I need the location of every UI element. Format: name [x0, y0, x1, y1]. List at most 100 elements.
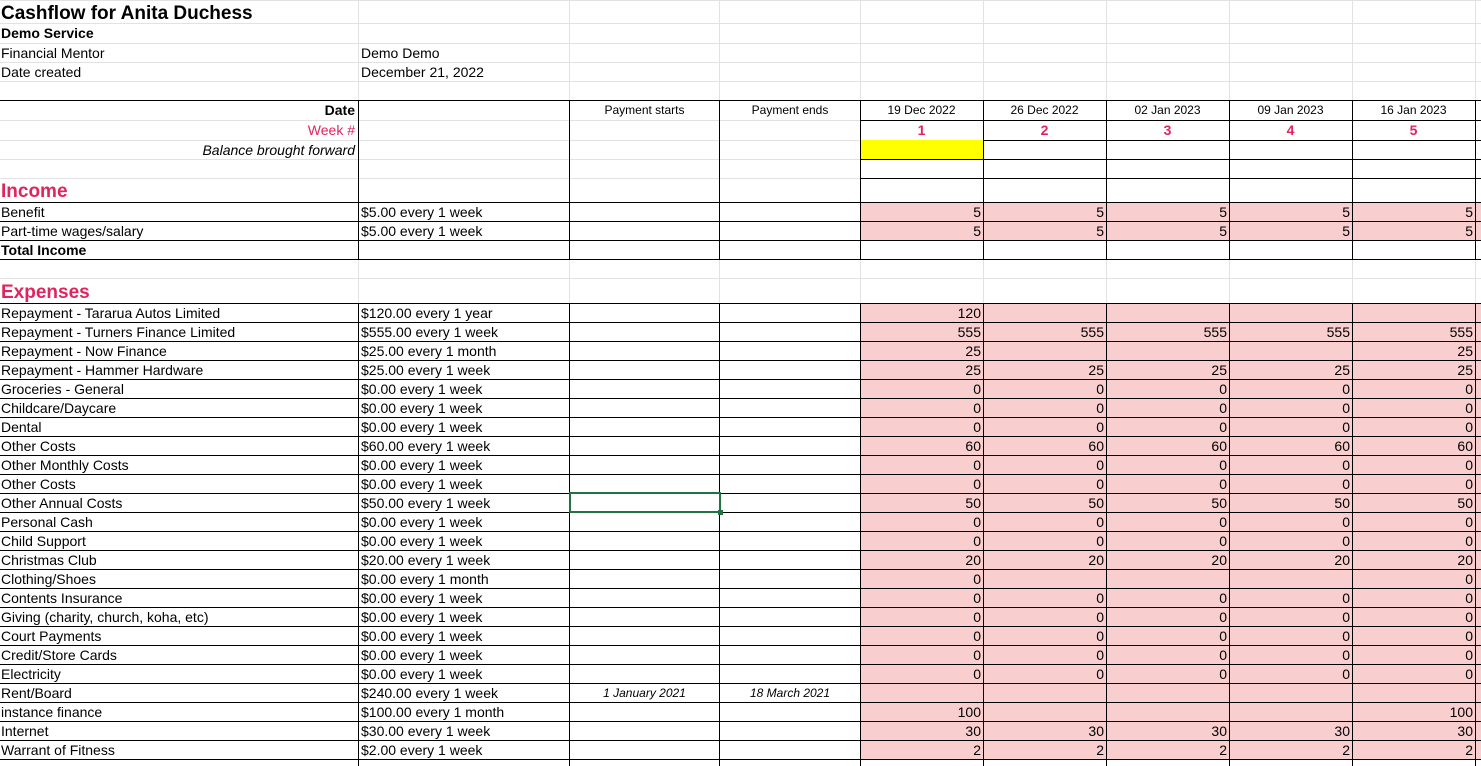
value-cell[interactable]: 0	[983, 628, 1104, 645]
value-cell[interactable]: 0	[983, 514, 1104, 531]
value-cell[interactable]: 100	[1352, 704, 1473, 721]
value-cell[interactable]: 20	[1229, 552, 1350, 569]
value-cell[interactable]: 0	[1229, 514, 1350, 531]
value-cell[interactable]: 0	[1229, 381, 1350, 398]
value-cell[interactable]: 5	[1352, 204, 1473, 221]
amount-cell[interactable]: $0.00 every 1 week	[361, 609, 482, 626]
value-cell[interactable]: 0	[1106, 590, 1227, 607]
value-cell[interactable]: 0	[1352, 666, 1473, 683]
value-cell[interactable]: 30	[1352, 723, 1473, 740]
value-cell[interactable]: 0	[1352, 533, 1473, 550]
value-cell[interactable]: 25	[1352, 362, 1473, 379]
amount-cell[interactable]: $0.00 every 1 week	[361, 590, 482, 607]
value-cell[interactable]: 5	[1229, 223, 1350, 240]
value-cell[interactable]: 60	[860, 438, 981, 455]
value-cell[interactable]: 20	[860, 552, 981, 569]
value-cell[interactable]: 0	[860, 400, 981, 417]
balance-forward-cell[interactable]	[861, 140, 983, 159]
amount-cell[interactable]: $60.00 every 1 week	[361, 438, 490, 455]
value-cell[interactable]: 0	[983, 419, 1104, 436]
amount-cell[interactable]: $5.00 every 1 week	[361, 223, 482, 240]
value-cell[interactable]: 5	[1106, 204, 1227, 221]
value-cell[interactable]: 0	[983, 381, 1104, 398]
value-cell[interactable]: 20	[1106, 552, 1227, 569]
value-cell[interactable]: 0	[1352, 419, 1473, 436]
value-cell[interactable]: 60	[1352, 438, 1473, 455]
value-cell[interactable]: 555	[1106, 324, 1227, 341]
value-cell[interactable]: 0	[983, 647, 1104, 664]
value-cell[interactable]: 120	[860, 305, 981, 322]
amount-cell[interactable]: $0.00 every 1 week	[361, 476, 482, 493]
value-cell[interactable]: 2	[1106, 742, 1227, 759]
value-cell[interactable]: 0	[1352, 457, 1473, 474]
value-cell[interactable]: 30	[860, 723, 981, 740]
value-cell[interactable]: 0	[1106, 666, 1227, 683]
value-cell[interactable]: 20	[983, 552, 1104, 569]
value-cell[interactable]: 5	[983, 223, 1104, 240]
value-cell[interactable]: 0	[1352, 571, 1473, 588]
value-cell[interactable]: 25	[983, 362, 1104, 379]
value-cell[interactable]: 0	[1106, 533, 1227, 550]
value-cell[interactable]: 25	[1229, 362, 1350, 379]
value-cell[interactable]: 0	[1352, 400, 1473, 417]
amount-cell[interactable]: $555.00 every 1 week	[361, 324, 498, 341]
value-cell[interactable]: 25	[1352, 343, 1473, 360]
value-cell[interactable]: 60	[1229, 438, 1350, 455]
value-cell[interactable]: 0	[1352, 514, 1473, 531]
amount-cell[interactable]: $2.00 every 1 week	[361, 742, 482, 759]
value-cell[interactable]: 25	[1106, 362, 1227, 379]
value-cell[interactable]: 0	[860, 571, 981, 588]
amount-cell[interactable]: $240.00 every 1 week	[361, 685, 498, 702]
value-cell[interactable]: 0	[1352, 381, 1473, 398]
value-cell[interactable]: 0	[860, 381, 981, 398]
value-cell[interactable]: 0	[1106, 476, 1227, 493]
value-cell[interactable]: 555	[983, 324, 1104, 341]
amount-cell[interactable]: $0.00 every 1 week	[361, 419, 482, 436]
value-cell[interactable]: 5	[983, 204, 1104, 221]
value-cell[interactable]: 0	[983, 457, 1104, 474]
value-cell[interactable]: 0	[1352, 628, 1473, 645]
value-cell[interactable]: 0	[1106, 400, 1227, 417]
payment-start-cell[interactable]: 1 January 2021	[570, 685, 719, 702]
value-cell[interactable]: 0	[1106, 457, 1227, 474]
value-cell[interactable]: 2	[1229, 742, 1350, 759]
value-cell[interactable]: 0	[860, 533, 981, 550]
amount-cell[interactable]: $30.00 every 1 week	[361, 723, 490, 740]
value-cell[interactable]: 0	[860, 590, 981, 607]
amount-cell[interactable]: $0.00 every 1 week	[361, 666, 482, 683]
value-cell[interactable]: 0	[1352, 647, 1473, 664]
amount-cell[interactable]: $0.00 every 1 week	[361, 514, 482, 531]
value-cell[interactable]: 30	[1229, 723, 1350, 740]
value-cell[interactable]: 0	[1106, 647, 1227, 664]
value-cell[interactable]: 0	[1229, 666, 1350, 683]
value-cell[interactable]: 0	[860, 666, 981, 683]
amount-cell[interactable]: $25.00 every 1 week	[361, 362, 490, 379]
value-cell[interactable]: 20	[1352, 552, 1473, 569]
amount-cell[interactable]: $20.00 every 1 week	[361, 552, 490, 569]
value-cell[interactable]: 0	[1229, 647, 1350, 664]
value-cell[interactable]: 0	[1229, 590, 1350, 607]
amount-cell[interactable]: $0.00 every 1 week	[361, 628, 482, 645]
value-cell[interactable]: 60	[1106, 438, 1227, 455]
value-cell[interactable]: 0	[1106, 381, 1227, 398]
value-cell[interactable]: 0	[1229, 400, 1350, 417]
selected-cell[interactable]	[569, 492, 721, 513]
amount-cell[interactable]: $50.00 every 1 week	[361, 495, 490, 512]
amount-cell[interactable]: $5.00 every 1 week	[361, 204, 482, 221]
value-cell[interactable]: 100	[860, 704, 981, 721]
amount-cell[interactable]: $25.00 every 1 month	[361, 343, 496, 360]
value-cell[interactable]: 0	[1352, 476, 1473, 493]
value-cell[interactable]: 0	[1229, 419, 1350, 436]
value-cell[interactable]: 0	[1352, 609, 1473, 626]
value-cell[interactable]: 0	[1229, 628, 1350, 645]
value-cell[interactable]: 50	[1229, 495, 1350, 512]
value-cell[interactable]: 0	[1106, 628, 1227, 645]
value-cell[interactable]: 0	[860, 647, 981, 664]
value-cell[interactable]: 0	[1229, 457, 1350, 474]
value-cell[interactable]: 0	[1106, 609, 1227, 626]
value-cell[interactable]: 30	[983, 723, 1104, 740]
value-cell[interactable]: 2	[1352, 742, 1473, 759]
fill-handle[interactable]	[718, 510, 723, 515]
value-cell[interactable]: 0	[860, 476, 981, 493]
value-cell[interactable]: 50	[983, 495, 1104, 512]
